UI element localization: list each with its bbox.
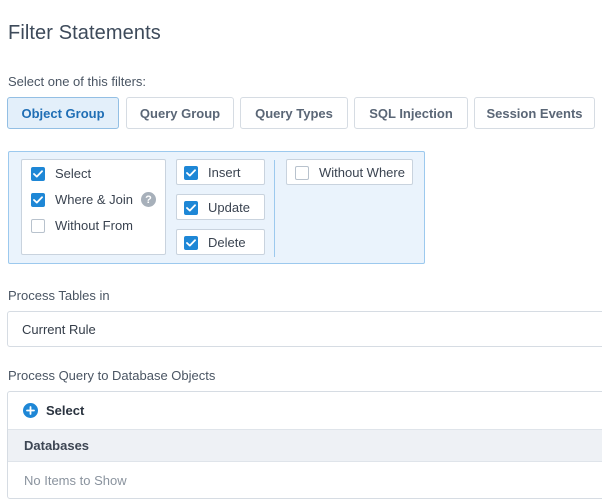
insert-checkbox[interactable]: Insert bbox=[184, 165, 241, 180]
where-join-checkbox[interactable]: Where & Join ? bbox=[31, 192, 157, 207]
without-from-label: Without From bbox=[55, 218, 134, 233]
update-filter-box: Update bbox=[176, 194, 265, 220]
process-tables-select[interactable]: Current Rule bbox=[7, 311, 602, 347]
delete-checkbox[interactable]: Delete bbox=[184, 235, 246, 250]
process-tables-value: Current Rule bbox=[22, 321, 96, 337]
insert-filter-box: Insert bbox=[176, 159, 265, 185]
tab-sql-injection[interactable]: SQL Injection bbox=[354, 97, 468, 129]
tab-query-group[interactable]: Query Group bbox=[126, 97, 234, 129]
tab-session-events[interactable]: Session Events bbox=[474, 97, 595, 129]
without-from-checkbox[interactable]: Without From bbox=[31, 218, 133, 233]
without-where-label: Without Where bbox=[319, 165, 405, 180]
database-objects-panel: Select Databases No Items to Show bbox=[7, 391, 602, 499]
question-circle-icon[interactable]: ? bbox=[141, 192, 157, 207]
checkbox-unchecked-icon bbox=[31, 218, 45, 233]
delete-label: Delete bbox=[208, 235, 246, 250]
process-tables-label: Process Tables in bbox=[8, 288, 110, 303]
checkbox-checked-icon bbox=[184, 235, 198, 250]
empty-list-message: No Items to Show bbox=[24, 472, 127, 488]
filter-options-panel: Select Where & Join ? Without From Inser… bbox=[8, 151, 425, 264]
tab-query-types[interactable]: Query Types bbox=[240, 97, 348, 129]
objects-toolbar: Select bbox=[8, 392, 602, 430]
select-checkbox[interactable]: Select bbox=[31, 166, 91, 181]
without-where-filter-box: Without Where bbox=[286, 159, 413, 185]
without-where-checkbox[interactable]: Without Where bbox=[295, 165, 405, 180]
checkbox-checked-icon bbox=[184, 165, 198, 180]
page-title: Filter Statements bbox=[8, 22, 161, 44]
databases-column-header[interactable]: Databases bbox=[8, 430, 602, 462]
update-label: Update bbox=[208, 200, 250, 215]
tab-object-group[interactable]: Object Group bbox=[7, 97, 119, 129]
select-objects-label: Select bbox=[46, 403, 85, 418]
insert-label: Insert bbox=[208, 165, 241, 180]
select-filter-group: Select Where & Join ? Without From bbox=[21, 159, 166, 255]
checkbox-unchecked-icon bbox=[295, 165, 309, 180]
where-join-label: Where & Join bbox=[55, 192, 134, 207]
delete-filter-box: Delete bbox=[176, 229, 265, 255]
filter-divider bbox=[274, 160, 275, 257]
checkbox-checked-icon bbox=[31, 192, 45, 207]
plus-circle-icon bbox=[23, 403, 38, 418]
checkbox-checked-icon bbox=[184, 200, 198, 215]
select-objects-button[interactable]: Select bbox=[23, 403, 84, 418]
select-label: Select bbox=[55, 166, 92, 181]
update-checkbox[interactable]: Update bbox=[184, 200, 250, 215]
checkbox-checked-icon bbox=[31, 166, 45, 181]
filters-label: Select one of this filters: bbox=[8, 74, 147, 89]
process-query-label: Process Query to Database Objects bbox=[8, 368, 216, 383]
